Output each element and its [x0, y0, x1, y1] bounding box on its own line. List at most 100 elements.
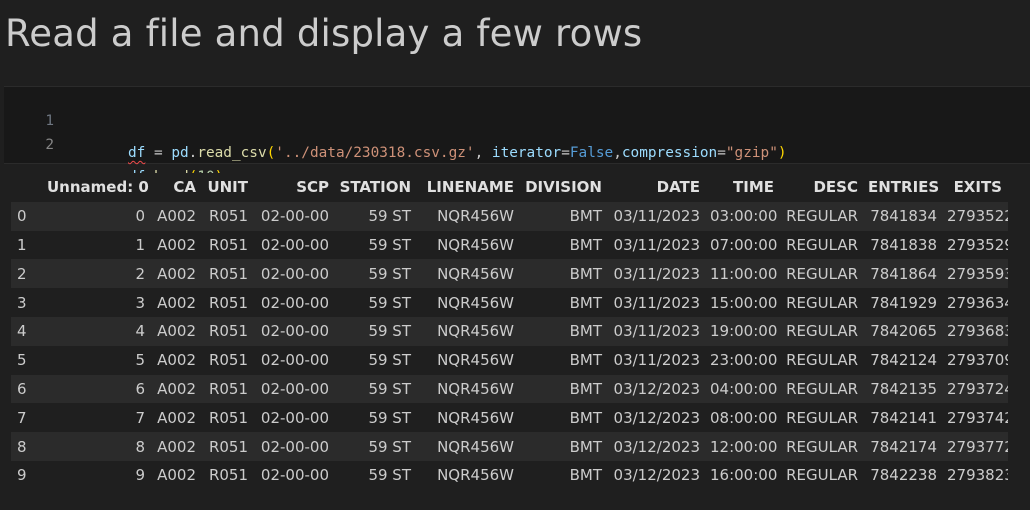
- table-cell: 2793529: [947, 235, 1008, 254]
- table-cell: BMT: [569, 437, 602, 456]
- table-cell: 59 ST: [368, 322, 411, 341]
- table-cell: 7842174: [870, 437, 937, 456]
- table-cell: R051: [208, 293, 248, 312]
- column-header: SCP: [254, 173, 335, 202]
- cell-output: Unnamed: 0 CA UNIT SCP STATION LINENAME …: [11, 173, 1008, 490]
- table-cell: 7: [135, 408, 145, 427]
- table-cell: 7842141: [870, 408, 937, 427]
- table-cell: 2793683: [947, 322, 1008, 341]
- table-cell: 12:00:00: [710, 437, 778, 456]
- code-line-1[interactable]: 1 df = pd.read_csv('../data/230318.csv.g…: [4, 97, 786, 161]
- column-header: UNIT: [202, 173, 254, 202]
- table-cell: 03/12/2023: [613, 408, 700, 427]
- table-cell: 4: [135, 322, 145, 341]
- table-cell: 02-00-00: [260, 293, 329, 312]
- table-cell: 2793724: [947, 379, 1008, 398]
- table-cell: 7842065: [870, 322, 937, 341]
- code-token: ,: [613, 145, 622, 161]
- table-cell: 03/11/2023: [613, 351, 700, 370]
- table-cell: R051: [208, 207, 248, 226]
- table-cell: A002: [157, 207, 196, 226]
- code-cell[interactable]: 1 df = pd.read_csv('../data/230318.csv.g…: [4, 86, 1030, 185]
- table-cell: BMT: [569, 207, 602, 226]
- table-cell: NQR456W: [437, 408, 514, 427]
- table-cell: 19:00:00: [710, 322, 778, 341]
- table-row: 8 8 A002 R051 02-00-00 59 ST NQR456W BMT 03/12/2…: [11, 432, 1008, 461]
- table-cell: A002: [157, 466, 196, 485]
- table-cell: A002: [157, 322, 196, 341]
- row-index: 1: [17, 235, 27, 254]
- table-cell: 07:00:00: [710, 235, 778, 254]
- code-token: (: [266, 145, 276, 161]
- table-cell: 16:00:00: [710, 466, 778, 485]
- table-cell: R051: [208, 466, 248, 485]
- table-cell: REGULAR: [786, 235, 858, 254]
- table-cell: 7841838: [870, 235, 937, 254]
- table-cell: NQR456W: [437, 235, 514, 254]
- table-cell: 02-00-00: [260, 322, 329, 341]
- code-token: =: [561, 145, 570, 161]
- code-token: compression: [621, 145, 718, 161]
- code-token: ,: [474, 145, 492, 161]
- table-cell: 7842135: [870, 379, 937, 398]
- table-row: 0 0 A002 R051 02-00-00 59 ST NQR456W BMT 03/11/2…: [11, 201, 1008, 231]
- row-index: 3: [17, 293, 27, 312]
- table-cell: 6: [135, 379, 145, 398]
- code-token: '../data/230318.csv.gz': [275, 145, 475, 161]
- table-cell: 02-00-00: [260, 207, 329, 226]
- table-cell: 2793709: [947, 351, 1008, 370]
- table-cell: BMT: [569, 351, 602, 370]
- table-cell: BMT: [569, 379, 602, 398]
- table-cell: NQR456W: [437, 437, 514, 456]
- table-cell: 08:00:00: [710, 408, 778, 427]
- code-token: ): [777, 145, 787, 161]
- table-cell: REGULAR: [786, 351, 858, 370]
- table-cell: 2: [135, 264, 145, 283]
- table-cell: 59 ST: [368, 437, 411, 456]
- column-header: DESC: [780, 173, 864, 202]
- table-cell: A002: [157, 379, 196, 398]
- table-cell: 2793742: [947, 408, 1008, 427]
- table-cell: NQR456W: [437, 379, 514, 398]
- table-cell: REGULAR: [786, 466, 858, 485]
- table-cell: A002: [157, 437, 196, 456]
- table-row: 7 7 A002 R051 02-00-00 59 ST NQR456W BMT 03/12/2…: [11, 403, 1008, 433]
- column-header: [11, 173, 43, 202]
- table-cell: REGULAR: [786, 437, 858, 456]
- table-cell: 59 ST: [368, 466, 411, 485]
- table-cell: 1: [135, 235, 145, 254]
- row-index: 0: [17, 207, 27, 226]
- table-cell: 03/12/2023: [613, 379, 700, 398]
- table-cell: 03/11/2023: [613, 293, 700, 312]
- table-cell: REGULAR: [786, 408, 858, 427]
- row-index: 7: [17, 408, 27, 427]
- table-row: 5 5 A002 R051 02-00-00 59 ST NQR456W BMT 03/11/2…: [11, 345, 1008, 375]
- row-index: 2: [17, 264, 27, 283]
- table-cell: NQR456W: [437, 351, 514, 370]
- table-cell: 02-00-00: [260, 466, 329, 485]
- row-index: 4: [17, 322, 27, 341]
- table-cell: 03/11/2023: [613, 264, 700, 283]
- table-cell: 2793772: [947, 437, 1008, 456]
- code-token: "gzip": [725, 145, 778, 161]
- table-cell: 59 ST: [368, 379, 411, 398]
- table-cell: 2793593: [947, 264, 1008, 283]
- table-cell: NQR456W: [437, 293, 514, 312]
- table-cell: 59 ST: [368, 207, 411, 226]
- table-cell: 7842238: [870, 466, 937, 485]
- table-cell: R051: [208, 264, 248, 283]
- code-token: False: [569, 145, 614, 161]
- table-cell: 2793522: [947, 207, 1008, 226]
- table-cell: 0: [135, 207, 145, 226]
- table-cell: REGULAR: [786, 322, 858, 341]
- table-cell: 02-00-00: [260, 408, 329, 427]
- table-row: 3 3 A002 R051 02-00-00 59 ST NQR456W BMT 03/11/2…: [11, 288, 1008, 317]
- row-index: 6: [17, 379, 27, 398]
- table-cell: 03/11/2023: [613, 235, 700, 254]
- table-cell: 59 ST: [368, 235, 411, 254]
- code-line-2[interactable]: 2 df.head(10): [4, 121, 223, 185]
- table-cell: BMT: [569, 235, 602, 254]
- row-index: 5: [17, 351, 27, 370]
- table-cell: NQR456W: [437, 466, 514, 485]
- table-cell: 2793634: [947, 293, 1008, 312]
